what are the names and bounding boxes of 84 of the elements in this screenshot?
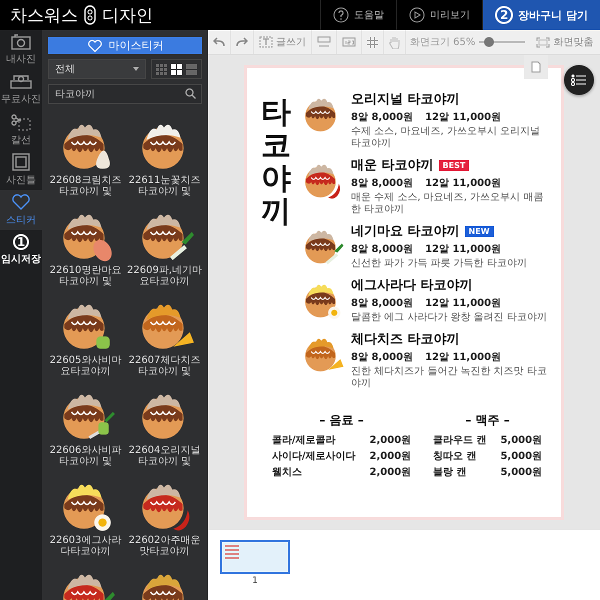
- item-name: 네기마요 타코야끼: [351, 223, 460, 240]
- grid-icon: [367, 36, 378, 48]
- menu-title: 타코야끼: [261, 96, 291, 231]
- drink-name: 블랑 캔: [432, 466, 468, 479]
- drink-name: 사이다/제로사이다: [272, 450, 356, 463]
- page-number: 1: [252, 576, 258, 586]
- sticker-caption: 22611눈꽃치즈타코야끼 및: [128, 175, 202, 197]
- drink-name: 웰치스: [272, 466, 303, 479]
- item-price: 8알 8,000원: [351, 243, 414, 256]
- heart-icon: [11, 193, 31, 211]
- item-price: 8알 8,000원: [351, 177, 414, 190]
- sticker-caption: 22602아주매운맛타코야끼: [128, 535, 202, 557]
- drink-price: 5,000원: [500, 466, 542, 479]
- list-icon: [571, 74, 587, 86]
- play-icon: [409, 7, 426, 23]
- drink-name: 클라우드 캔: [432, 434, 486, 447]
- add-to-cart-button[interactable]: 2 장바구니 담기: [482, 0, 600, 30]
- item-price: 12알 11,000원: [425, 111, 502, 124]
- item-name: 매운 타코야끼: [351, 157, 434, 174]
- item-description: 달콤한 에그 사라다가 왕창 올려진 타코야끼: [351, 312, 548, 324]
- item-description: 신선한 파가 가득 파릇 가득한 타코야끼: [351, 258, 528, 270]
- sticker-caption: 22607체다치즈타코야끼 및: [128, 355, 202, 377]
- item-price: 12알 11,000원: [425, 177, 502, 190]
- heart-icon: [86, 38, 102, 52]
- sticker-caption: 22603에그사라다타코야끼: [48, 535, 122, 557]
- drink-name: 칭따오 캔: [432, 450, 478, 463]
- item-price: 8알 8,000원: [351, 297, 414, 310]
- sticker-caption: 22605와사비마요타코야끼: [48, 355, 122, 377]
- page-number-button[interactable]: [524, 55, 548, 79]
- number-box-icon: [342, 37, 356, 47]
- caret-icon: [133, 67, 139, 71]
- page-icon: [531, 61, 541, 73]
- sticker-caption: 22610명란마요타코야끼 및: [48, 265, 122, 287]
- layers-button[interactable]: [564, 65, 594, 95]
- free-photo-icon: [10, 74, 32, 90]
- item-price: 12알 11,000원: [425, 351, 502, 364]
- drink-name: 콜라/제로콜라: [272, 434, 337, 447]
- redo-icon: [236, 37, 248, 47]
- item-tag: NEW: [464, 226, 494, 236]
- undo-icon: [213, 37, 225, 47]
- item-price: 8알 8,000원: [351, 111, 414, 124]
- item-tag: BEST: [438, 160, 470, 170]
- logo-text: 디자인: [102, 4, 153, 26]
- write-text-button[interactable]: 글쓰기: [254, 30, 312, 54]
- abc-icon: [317, 36, 331, 48]
- frame-icon: [12, 153, 30, 171]
- number-badge: 1: [13, 234, 29, 250]
- view-mode-icon[interactable]: [171, 64, 182, 74]
- item-name: 에그사라다 타코야끼: [351, 277, 473, 294]
- item-price: 8알 8,000원: [351, 351, 414, 364]
- sticker-caption: 22604오리지널타코야끼 및: [128, 445, 202, 467]
- item-description: 매운 수제 소스, 마요네즈, 가쓰오부시 매콤한 타코야끼: [351, 192, 544, 216]
- item-name: 체다치즈 타코야끼: [351, 331, 460, 348]
- item-description: 수제 소스, 마요네즈, 가쓰오부시 오리지널 타코야끼: [351, 126, 542, 150]
- drink-price: 2,000원: [370, 434, 412, 447]
- search-field[interactable]: 타코야끼: [48, 84, 202, 104]
- drink-price: 2,000원: [370, 466, 412, 479]
- hand-icon: [389, 36, 400, 48]
- item-description: 진한 체다치즈가 들어간 녹진한 치즈맛 타코야끼: [351, 366, 548, 390]
- item-name: 오리지널 타코야끼: [351, 91, 460, 108]
- item-price: 12알 11,000원: [425, 297, 502, 310]
- camera-icon: [11, 34, 31, 50]
- drink-price: 5,000원: [500, 450, 542, 463]
- logo-text: 차스워스: [10, 4, 78, 26]
- fit-icon: [536, 36, 550, 48]
- section-title: – 음료 –: [319, 412, 364, 429]
- page-thumbnail[interactable]: [220, 540, 290, 574]
- question-icon: [333, 7, 350, 23]
- category-dropdown[interactable]: 전체: [48, 59, 146, 79]
- text-box-icon: [259, 36, 273, 48]
- sticker-caption: 22609파,네기마요타코야끼: [127, 265, 202, 287]
- fit-screen-button[interactable]: 화면맞춤: [531, 30, 598, 54]
- zoom-label: 화면크기 65%: [409, 36, 476, 49]
- logo-icon: [84, 5, 96, 25]
- section-title: – 맥주 –: [465, 412, 510, 429]
- drink-price: 2,000원: [370, 450, 412, 463]
- search-icon: [185, 88, 196, 99]
- sidebar-tab[interactable]: 스티커: [0, 190, 42, 230]
- drink-price: 5,000원: [500, 434, 542, 447]
- my-sticker-button[interactable]: 마이스티커: [48, 37, 202, 54]
- item-price: 12알 11,000원: [425, 243, 502, 256]
- scissors-icon: [11, 113, 31, 131]
- sticker-caption: 22606와사비파타코야끼 및: [48, 445, 122, 467]
- sticker-caption: 22608크림치즈타코야끼 및: [48, 175, 122, 197]
